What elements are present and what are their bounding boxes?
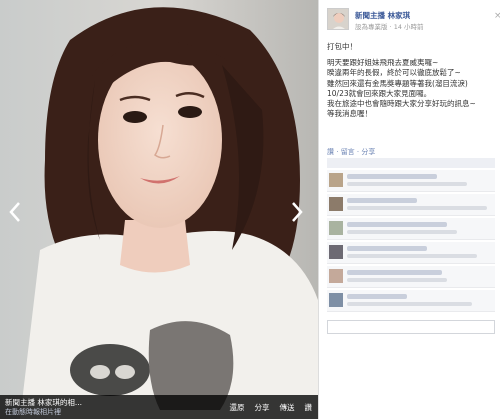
post-share-link[interactable]: 分享 (361, 148, 375, 156)
post-like-link[interactable]: 讚 (327, 148, 334, 156)
comment-redacted (347, 270, 442, 275)
comment-redacted (347, 246, 427, 251)
post-actions: 讚 · 留言 · 分享 (327, 148, 376, 156)
comment-redacted (347, 294, 407, 299)
post-line: 明天要跟好姐妹飛飛去夏威夷囉~ (327, 58, 439, 68)
avatar[interactable] (329, 221, 343, 235)
comment-redacted (347, 254, 477, 258)
author-block: 新聞主播 林家琪 設為專業版 · 14 小時前 × (327, 8, 500, 42)
post-comment-link[interactable]: 留言 (341, 148, 355, 156)
comment-item (327, 218, 495, 240)
post-line: 雖然回來還有金馬獎專題等著我(溜目流淚) (327, 78, 468, 88)
comment-redacted (347, 302, 472, 306)
comment-redacted (347, 174, 437, 179)
like-button[interactable]: 讚 (305, 402, 313, 413)
photo-actions: 還原 分享 傳送 讚 (230, 402, 313, 413)
comment-redacted (347, 222, 447, 227)
post-sidebar: 新聞主播 林家琪 設為專業版 · 14 小時前 × 打包中！ 明天要跟好姐妹飛飛… (318, 0, 500, 419)
chevron-right-icon (292, 202, 303, 222)
comment-redacted (347, 278, 447, 282)
chevron-left-icon (9, 202, 20, 222)
next-photo-button[interactable] (286, 196, 308, 228)
comment-item (327, 290, 495, 312)
close-icon[interactable]: × (494, 11, 500, 21)
comment-item (327, 194, 495, 216)
caption-album[interactable]: 在動態時報相片裡 (5, 407, 61, 417)
photo-stage: 新聞主播 林家琪的相... 在動態時報相片裡 還原 分享 傳送 讚 (0, 0, 318, 419)
avatar[interactable] (329, 269, 343, 283)
post-text: 打包中！ 明天要跟好姐妹飛飛去夏威夷囉~ 睽違兩年的長假，終於可以徹底放鬆了~ … (327, 42, 495, 119)
comment-redacted (347, 206, 487, 210)
avatar[interactable] (329, 173, 343, 187)
previous-photo-button[interactable] (4, 196, 26, 228)
comment-item (327, 266, 495, 288)
comment-redacted (347, 198, 417, 203)
post-line: 等我消息喔！ (327, 109, 372, 119)
photo-viewer: 新聞主播 林家琪的相... 在動態時報相片裡 還原 分享 傳送 讚 新聞主播 林… (0, 0, 500, 419)
share-button[interactable]: 分享 (255, 402, 270, 413)
comment-input[interactable] (327, 320, 495, 334)
avatar[interactable] (329, 245, 343, 259)
author-name[interactable]: 新聞主播 林家琪 (355, 10, 410, 21)
avatar[interactable] (329, 197, 343, 211)
post-line: 我在旅途中也會隨時跟大家分享好玩的訊息~ (327, 99, 476, 109)
comment-item (327, 170, 495, 192)
post-meta: 設為專業版 · 14 小時前 (355, 23, 424, 31)
likes-summary[interactable] (327, 158, 495, 168)
post-line: 10/23就會回來跟大家見面囉。 (327, 88, 432, 98)
profile-photo[interactable] (0, 0, 318, 419)
avatar[interactable] (327, 8, 349, 30)
comment-redacted (347, 230, 457, 234)
avatar[interactable] (329, 293, 343, 307)
restore-button[interactable]: 還原 (230, 402, 245, 413)
photo-caption-bar: 新聞主播 林家琪的相... 在動態時報相片裡 還原 分享 傳送 讚 (0, 395, 318, 419)
post-line: 打包中！ (327, 42, 357, 51)
comment-redacted (347, 182, 467, 186)
post-line: 睽違兩年的長假，終於可以徹底放鬆了~ (327, 68, 461, 78)
send-button[interactable]: 傳送 (280, 402, 295, 413)
comment-list (327, 170, 495, 314)
comment-item (327, 242, 495, 264)
